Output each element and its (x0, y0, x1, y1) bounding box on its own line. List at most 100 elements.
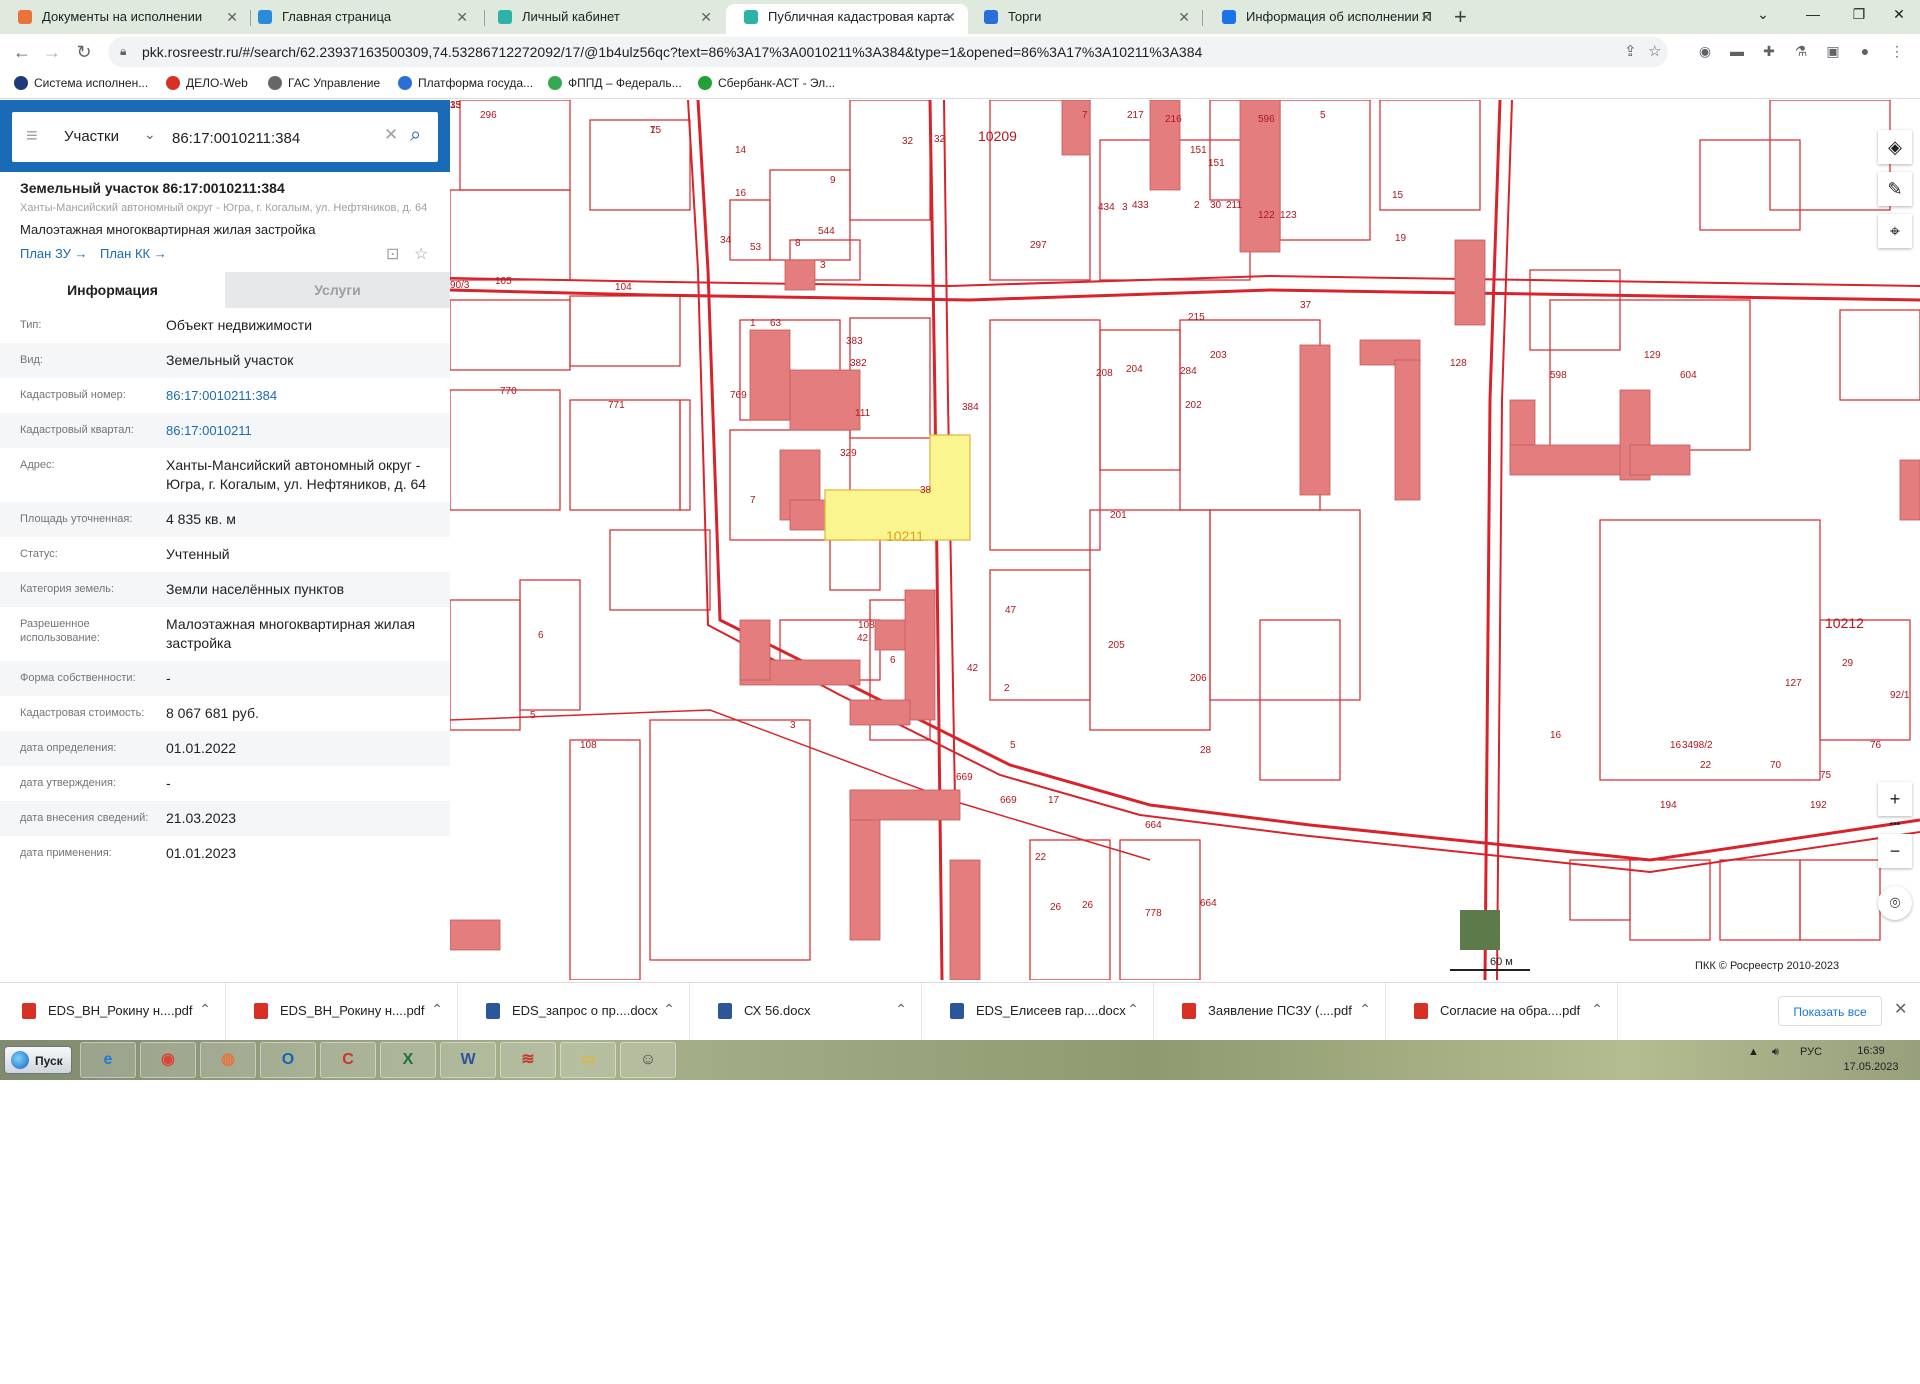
sidebar-toggle-icon[interactable]: ▣ (1824, 42, 1842, 60)
chevron-up-icon[interactable]: ⌃ (199, 1001, 211, 1018)
chrome-taskbar-icon[interactable]: ◉ (140, 1042, 196, 1078)
torgi-favicon-icon (984, 10, 998, 24)
download-item[interactable]: EDS_запрос о пр....docx ⌃ (464, 983, 690, 1041)
back-arrow-icon[interactable]: ← (8, 39, 36, 65)
excel-taskbar-icon[interactable]: X (380, 1042, 436, 1078)
parcel-label: 108 (858, 620, 875, 631)
parcel-label: 151 (1208, 158, 1225, 169)
chevron-up-icon[interactable]: ⌃ (1591, 1001, 1603, 1018)
menu-kebab-icon[interactable]: ⋮ (1888, 42, 1906, 60)
language-indicator[interactable]: РУС (1800, 1046, 1822, 1058)
parcel-label: 123 (1280, 210, 1297, 221)
ruler-icon[interactable]: ✎ (1878, 172, 1912, 206)
window-close-button[interactable]: ✕ (1876, 0, 1920, 30)
close-downloads-icon[interactable]: ✕ (1894, 999, 1907, 1019)
lock-icon: 🔒︎ (120, 44, 127, 58)
bookmark-item[interactable]: ДЕЛО-Web (166, 76, 248, 90)
bookmark-star-icon[interactable]: ☆ (1648, 42, 1661, 60)
close-icon[interactable]: ✕ (1420, 4, 1432, 30)
search-icon[interactable]: ⌕ (410, 124, 421, 147)
tab-execution-info[interactable]: Информация об исполнении П ✕ (1204, 4, 1444, 34)
cadastral-map[interactable]: 296 15 14 16 9 34 53 8 544 32 32 7 217 216 151 151 10209… (450, 100, 1920, 980)
close-icon[interactable]: ✕ (456, 4, 468, 30)
extensions-puzzle-icon[interactable]: ✚ (1760, 42, 1778, 60)
address-bar[interactable]: 🔒︎ pkk.rosreestr.ru/#/search/62.23937163… (108, 37, 1668, 67)
parcel-label: 201 (1110, 510, 1127, 521)
compass-icon[interactable]: ⌾ (1878, 886, 1912, 920)
firefox-taskbar-icon[interactable]: ◍ (200, 1042, 256, 1078)
download-item[interactable]: EDS_ВН_Рокину н....pdf ⌃ (232, 983, 458, 1041)
folder-taskbar-icon[interactable]: ▭ (560, 1042, 616, 1078)
bookmark-item[interactable]: Сбербанк-АСТ - Эл... (698, 76, 835, 90)
download-item[interactable]: Заявление ПСЗУ (....pdf ⌃ (1160, 983, 1386, 1041)
tab-search-button[interactable]: ⌄ (1740, 0, 1786, 30)
tab-documents[interactable]: Документы на исполнении ✕ (0, 4, 250, 34)
ie-taskbar-icon[interactable]: e (80, 1042, 136, 1078)
bookmark-item[interactable]: Система исполнен... (14, 76, 148, 90)
close-icon[interactable]: ✕ (1178, 4, 1190, 30)
download-item[interactable]: Согласие на обра....pdf ⌃ (1392, 983, 1618, 1041)
chevron-down-icon[interactable]: ⌄ (144, 126, 156, 143)
close-icon[interactable]: ✕ (700, 4, 712, 30)
bookmark-item[interactable]: Платформа госуда... (398, 76, 533, 90)
chevron-up-icon[interactable]: ⌃ (1359, 1001, 1371, 1018)
locate-icon[interactable]: ⌖ (1878, 214, 1912, 248)
url-text[interactable]: pkk.rosreestr.ru/#/search/62.23937163500… (142, 37, 1202, 67)
zoom-out-button[interactable]: − (1878, 834, 1912, 868)
close-icon[interactable]: ✕ (226, 4, 238, 30)
attribute-value-link[interactable]: 86:17:0010211 (166, 421, 438, 440)
volume-icon[interactable]: 🔊︎ (1772, 1046, 1779, 1059)
tab-auctions[interactable]: Торги ✕ (966, 4, 1202, 34)
c-app-taskbar-icon[interactable]: C (320, 1042, 376, 1078)
tray-arrow-icon[interactable]: ▲ (1748, 1046, 1759, 1058)
new-tab-button[interactable]: + (1454, 4, 1467, 30)
download-item[interactable]: EDS_ВН_Рокину н....pdf ⌃ (0, 983, 226, 1041)
parcel-label: 90/3 (450, 280, 470, 291)
extension-avatar-icon[interactable]: ◉ (1696, 42, 1714, 60)
chart-app-taskbar-icon[interactable]: ≋ (500, 1042, 556, 1078)
tab-services[interactable]: Услуги (225, 272, 450, 308)
extension-flask-icon[interactable]: ⚗ (1792, 42, 1810, 60)
search-input[interactable] (170, 126, 384, 150)
start-button[interactable]: Пуск (4, 1046, 72, 1074)
chevron-up-icon[interactable]: ⌃ (1127, 1001, 1139, 1018)
plan-zu-link[interactable]: План ЗУ → (20, 246, 88, 261)
tab-home[interactable]: Главная страница ✕ (240, 4, 480, 34)
tab-cabinet[interactable]: Личный кабинет ✕ (480, 4, 724, 34)
zoom-to-object-icon[interactable]: ⊡ (386, 244, 399, 264)
search-bar: ≡ Участки ⌄ ✕ ⌕ (0, 100, 450, 172)
word-taskbar-icon[interactable]: W (440, 1042, 496, 1078)
parcel-label: 26 (1082, 900, 1094, 911)
chevron-up-icon[interactable]: ⌃ (431, 1001, 443, 1018)
clock[interactable]: 16:39 17.05.2023 (1836, 1043, 1906, 1075)
parcel-label: 29 (1842, 658, 1854, 669)
user-app-taskbar-icon[interactable]: ☺ (620, 1042, 676, 1078)
search-type-select[interactable]: Участки (64, 128, 119, 145)
download-filename: EDS_Елисеев гар....docx (976, 1003, 1126, 1018)
parcel-label: 664 (1200, 898, 1217, 909)
outlook-taskbar-icon[interactable]: O (260, 1042, 316, 1078)
layers-icon[interactable]: ◈ (1878, 130, 1912, 164)
extension-hat-icon[interactable]: ▬ (1728, 42, 1746, 60)
download-item[interactable]: EDS_Елисеев гар....docx ⌃ (928, 983, 1154, 1041)
plan-kk-link[interactable]: План КК → (100, 246, 167, 261)
favorite-star-icon[interactable]: ☆ (414, 244, 428, 264)
minimize-button[interactable]: — (1790, 0, 1836, 30)
attribute-value-link[interactable]: 86:17:0010211:384 (166, 386, 438, 405)
clear-icon[interactable]: ✕ (384, 125, 398, 145)
hamburger-menu-icon[interactable]: ≡ (26, 126, 38, 146)
download-item[interactable]: СХ 56.docx ⌃ (696, 983, 922, 1041)
chevron-up-icon[interactable]: ⌃ (895, 1001, 907, 1018)
forward-arrow-icon[interactable]: → (38, 39, 66, 65)
share-icon[interactable]: ⇪ (1624, 42, 1637, 60)
bookmark-item[interactable]: ФППД – Федераль... (548, 76, 682, 90)
show-all-downloads-button[interactable]: Показать все (1778, 996, 1882, 1026)
chevron-up-icon[interactable]: ⌃ (663, 1001, 675, 1018)
tab-cadastral-map[interactable]: Публичная кадастровая карта ✕ (726, 4, 968, 34)
bookmark-item[interactable]: ГАС Управление (268, 76, 380, 90)
close-icon[interactable]: ✕ (944, 4, 956, 30)
reload-icon[interactable]: ↻ (70, 39, 98, 65)
parcel-label: 669 (956, 772, 973, 783)
tab-information[interactable]: Информация (0, 272, 225, 308)
profile-icon[interactable]: ● (1856, 42, 1874, 60)
